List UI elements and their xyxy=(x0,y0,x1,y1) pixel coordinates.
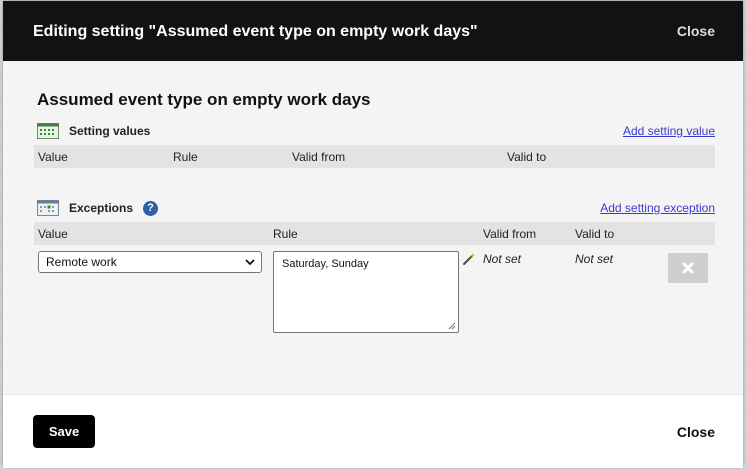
setting-values-label: Setting values xyxy=(69,124,151,138)
close-icon xyxy=(682,262,694,274)
add-setting-value-link[interactable]: Add setting value xyxy=(623,124,715,138)
dialog-title: Editing setting "Assumed event type on e… xyxy=(33,23,478,40)
dialog-header: Editing setting "Assumed event type on e… xyxy=(3,1,743,61)
column-header-valid-to: Valid to xyxy=(507,150,547,164)
column-header-value: Value xyxy=(38,227,68,241)
resize-grip-icon[interactable] xyxy=(448,322,456,330)
column-header-valid-from: Valid from xyxy=(483,227,537,241)
exception-valid-from[interactable]: Not set xyxy=(483,252,521,266)
exception-rule-text: Saturday, Sunday xyxy=(282,258,369,270)
calendar-grid-icon xyxy=(37,123,59,139)
column-header-rule: Rule xyxy=(273,227,298,241)
chevron-down-icon xyxy=(245,259,255,266)
calendar-exception-icon xyxy=(37,200,59,216)
exception-value-text: Remote work xyxy=(46,255,117,269)
delete-exception-button[interactable] xyxy=(668,253,708,283)
close-button-top[interactable]: Close xyxy=(677,23,715,39)
column-header-valid-to: Valid to xyxy=(575,227,615,241)
setting-title: Assumed event type on empty work days xyxy=(37,90,371,109)
exception-rule-textarea[interactable]: Saturday, Sunday xyxy=(273,251,459,333)
close-button-bottom[interactable]: Close xyxy=(677,424,715,440)
help-icon[interactable]: ? xyxy=(143,200,159,216)
exceptions-label: Exceptions xyxy=(69,201,134,215)
dialog-footer: Save Close xyxy=(3,394,743,468)
exceptions-header: Exceptions ? xyxy=(37,198,159,218)
setting-values-table-header: Value Rule Valid from Valid to xyxy=(34,145,715,168)
setting-values-header: Setting values xyxy=(37,121,150,141)
magic-wand-icon[interactable] xyxy=(462,252,476,266)
exceptions-table-header: Value Rule Valid from Valid to xyxy=(34,222,715,245)
save-button[interactable]: Save xyxy=(33,415,95,448)
column-header-value: Value xyxy=(38,150,68,164)
add-setting-exception-link[interactable]: Add setting exception xyxy=(600,201,715,215)
column-header-rule: Rule xyxy=(173,150,198,164)
exception-valid-to[interactable]: Not set xyxy=(575,252,613,266)
column-header-valid-from: Valid from xyxy=(292,150,346,164)
exception-value-select[interactable]: Remote work xyxy=(38,251,262,273)
edit-setting-dialog: Editing setting "Assumed event type on e… xyxy=(3,1,743,468)
